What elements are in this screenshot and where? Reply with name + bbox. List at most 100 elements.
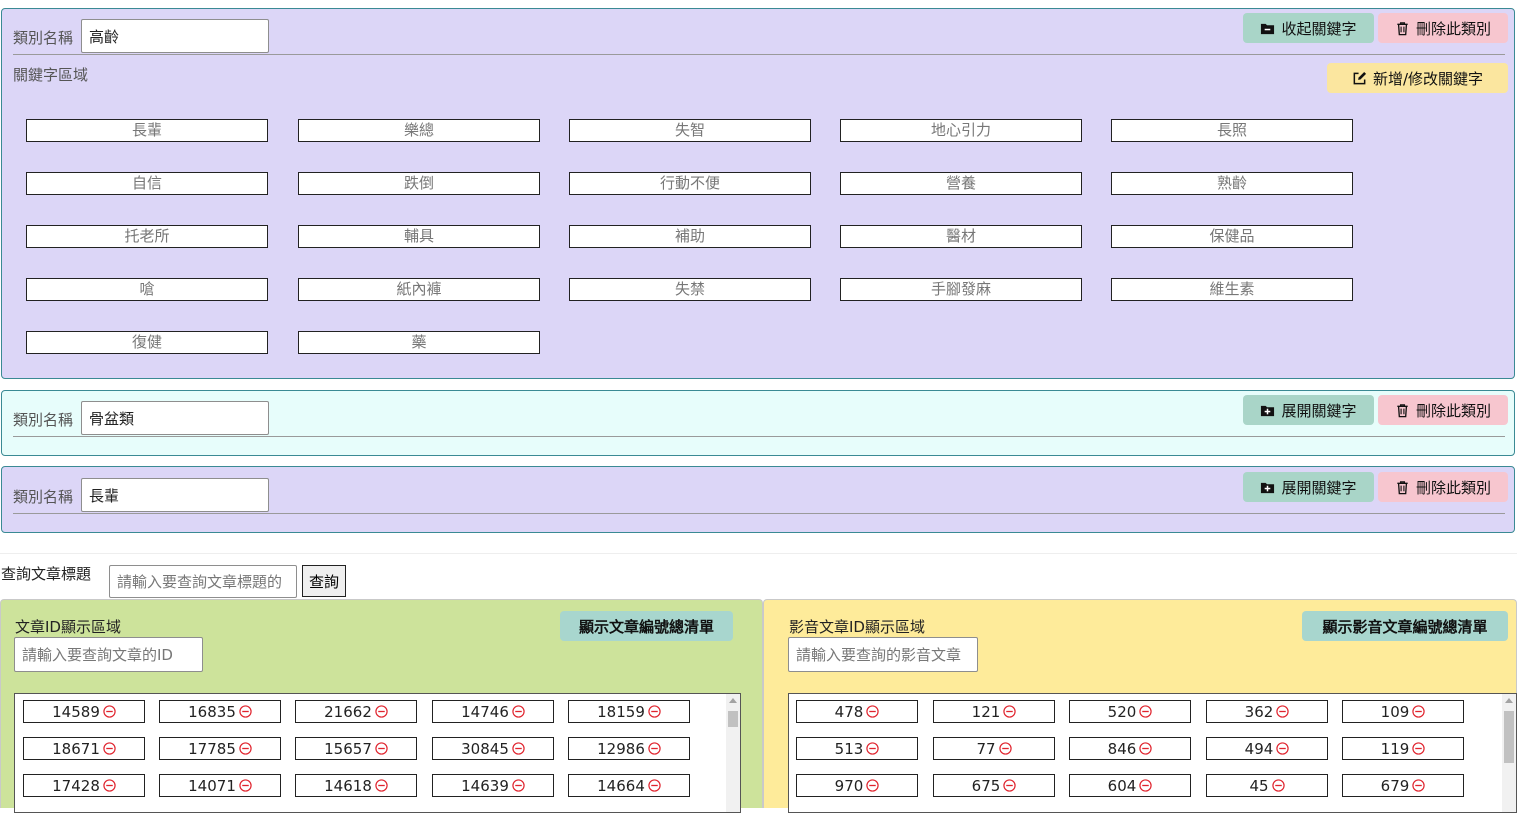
keyword-tag: 保健品	[1111, 225, 1353, 248]
id-value: 846	[1107, 739, 1137, 758]
article-id-input[interactable]	[14, 637, 203, 672]
id-chip: 109	[1342, 700, 1464, 723]
query-title-input[interactable]	[109, 565, 297, 598]
id-value: 119	[1380, 739, 1410, 758]
edit-keywords-button[interactable]: 新增/修改關鍵字	[1327, 63, 1508, 93]
minus-circle-icon[interactable]	[648, 742, 661, 755]
category-name-input[interactable]	[81, 19, 269, 53]
query-button[interactable]: 查詢	[302, 565, 346, 597]
expand-keywords-label: 展開關鍵字	[1281, 401, 1357, 420]
keyword-tag: 失禁	[569, 278, 811, 301]
delete-category-button[interactable]: 刪除此類別	[1378, 395, 1508, 425]
scrollbar[interactable]	[726, 694, 740, 812]
category-name-label: 類別名稱	[13, 411, 74, 429]
id-value: 14746	[461, 702, 509, 721]
id-chip: 16835	[159, 700, 281, 723]
keyword-tag: 熟齡	[1111, 172, 1353, 195]
id-value: 77	[976, 739, 996, 758]
minus-circle-icon[interactable]	[1139, 705, 1152, 718]
minus-circle-icon[interactable]	[866, 705, 879, 718]
id-chip: 494	[1206, 737, 1328, 760]
show-video-list-button[interactable]: 顯示影音文章編號總清單	[1302, 611, 1508, 641]
keyword-tag: 失智	[569, 119, 811, 142]
expand-keywords-button[interactable]: 展開關鍵字	[1243, 472, 1374, 502]
minus-circle-icon[interactable]	[375, 742, 388, 755]
show-article-list-button[interactable]: 顯示文章編號總清單	[560, 611, 733, 641]
folder-plus-icon	[1260, 403, 1275, 418]
keyword-tag: 手腳發麻	[840, 278, 1082, 301]
trash-icon	[1395, 21, 1410, 36]
minus-circle-icon[interactable]	[1276, 705, 1289, 718]
minus-circle-icon[interactable]	[1412, 779, 1425, 792]
section-divider	[0, 553, 1517, 554]
keyword-tag: 自信	[26, 172, 268, 195]
category-name-label: 類別名稱	[13, 29, 74, 47]
minus-circle-icon[interactable]	[1276, 742, 1289, 755]
minus-circle-icon[interactable]	[512, 705, 525, 718]
collapse-keywords-button[interactable]: 收起關鍵字	[1243, 13, 1374, 43]
minus-circle-icon[interactable]	[103, 742, 116, 755]
id-value: 14589	[52, 702, 100, 721]
category-name-input[interactable]	[81, 478, 269, 512]
category-panel-3: 類別名稱 展開關鍵字 刪除此類別	[1, 466, 1515, 533]
minus-circle-icon[interactable]	[1139, 742, 1152, 755]
video-id-list[interactable]: 478 121 520 362 109 513 77 846 494 119 970 675 604 45…	[788, 693, 1517, 813]
id-value: 21662	[324, 702, 372, 721]
expand-keywords-button[interactable]: 展開關鍵字	[1243, 395, 1374, 425]
id-value: 14639	[461, 776, 509, 795]
keyword-tag: 補助	[569, 225, 811, 248]
minus-circle-icon[interactable]	[375, 779, 388, 792]
id-value: 12986	[597, 739, 645, 758]
minus-circle-icon[interactable]	[1271, 779, 1285, 792]
id-value: 520	[1107, 702, 1137, 721]
minus-circle-icon[interactable]	[1412, 705, 1425, 718]
delete-category-button[interactable]: 刪除此類別	[1378, 13, 1508, 43]
minus-circle-icon[interactable]	[1003, 705, 1016, 718]
minus-circle-icon[interactable]	[1003, 779, 1016, 792]
id-value: 14071	[188, 776, 236, 795]
id-chip: 15657	[295, 737, 417, 760]
minus-circle-icon[interactable]	[648, 705, 661, 718]
minus-circle-icon[interactable]	[239, 779, 252, 792]
video-id-input[interactable]	[788, 637, 978, 672]
id-value: 478	[834, 702, 864, 721]
minus-circle-icon[interactable]	[103, 705, 116, 718]
id-value: 17428	[52, 776, 100, 795]
minus-circle-icon[interactable]	[1412, 742, 1425, 755]
minus-circle-icon[interactable]	[866, 779, 879, 792]
delete-category-button[interactable]: 刪除此類別	[1378, 472, 1508, 502]
video-area-title: 影音文章ID顯示區域	[789, 618, 925, 636]
id-chip: 362	[1206, 700, 1328, 723]
id-value: 30845	[461, 739, 509, 758]
keyword-tag: 營養	[840, 172, 1082, 195]
divider	[13, 513, 1505, 514]
minus-circle-icon[interactable]	[103, 779, 116, 792]
id-value: 18159	[597, 702, 645, 721]
id-chip: 679	[1342, 774, 1464, 797]
minus-circle-icon[interactable]	[1139, 779, 1152, 792]
id-value: 362	[1244, 702, 1274, 721]
article-id-list[interactable]: 14589 16835 21662 14746 18159 18671 17785 15657…	[14, 693, 741, 813]
minus-circle-icon[interactable]	[239, 705, 252, 718]
video-id-area: 影音文章ID顯示區域 顯示影音文章編號總清單 478 121 520 362 109 51…	[763, 599, 1517, 813]
category-panel-1: 類別名稱 收起關鍵字 刪除此類別 關鍵字區域 新增/修改關鍵字 長輩 樂總 失智 地心…	[1, 8, 1515, 379]
minus-circle-icon[interactable]	[648, 779, 661, 792]
query-title-label: 查詢文章標題	[1, 565, 92, 583]
article-id-area: 文章ID顯示區域 顯示文章編號總清單 145891683521662147461…	[0, 599, 763, 813]
keyword-tag: 輔具	[298, 225, 540, 248]
id-chip: 14589	[23, 700, 145, 723]
minus-circle-icon[interactable]	[512, 779, 525, 792]
minus-circle-icon[interactable]	[239, 742, 252, 755]
collapse-keywords-label: 收起關鍵字	[1281, 19, 1357, 38]
minus-circle-icon[interactable]	[998, 742, 1012, 755]
delete-category-label: 刪除此類別	[1415, 19, 1491, 38]
scrollbar[interactable]	[1502, 694, 1516, 812]
id-chip: 77	[933, 737, 1055, 760]
id-value: 121	[971, 702, 1001, 721]
category-name-input[interactable]	[81, 401, 269, 435]
minus-circle-icon[interactable]	[866, 742, 879, 755]
id-chip: 513	[796, 737, 918, 760]
minus-circle-icon[interactable]	[512, 742, 525, 755]
id-chip: 119	[1342, 737, 1464, 760]
minus-circle-icon[interactable]	[375, 705, 388, 718]
